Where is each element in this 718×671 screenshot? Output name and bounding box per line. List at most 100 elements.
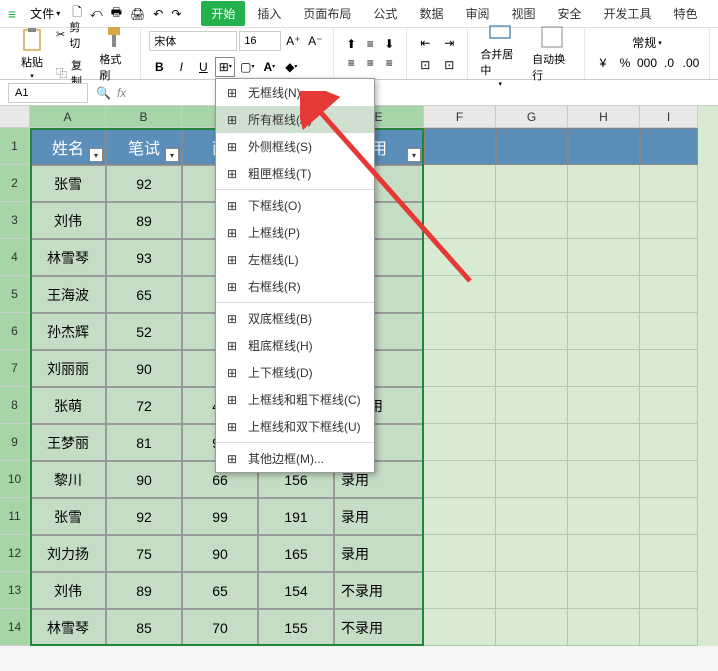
empty-cell[interactable] bbox=[568, 461, 640, 498]
align-right[interactable]: ≡ bbox=[380, 54, 398, 72]
data-cell[interactable]: 92 bbox=[106, 165, 182, 202]
data-cell[interactable]: 不录用 bbox=[334, 609, 424, 646]
font-name-select[interactable] bbox=[149, 31, 237, 51]
tab-layout[interactable]: 页面布局 bbox=[293, 1, 361, 26]
font-size-select[interactable] bbox=[239, 31, 281, 51]
empty-cell[interactable] bbox=[568, 498, 640, 535]
cell-reference-box[interactable]: A1 bbox=[8, 83, 88, 103]
data-cell[interactable]: 刘丽丽 bbox=[30, 350, 106, 387]
data-cell[interactable]: 黎川 bbox=[30, 461, 106, 498]
empty-cell[interactable] bbox=[568, 535, 640, 572]
empty-cell[interactable] bbox=[496, 535, 568, 572]
empty-cell[interactable] bbox=[424, 461, 496, 498]
data-cell[interactable]: 张雪 bbox=[30, 165, 106, 202]
decrease-font-icon[interactable]: A⁻ bbox=[305, 31, 325, 51]
data-cell[interactable]: 不录用 bbox=[334, 572, 424, 609]
data-cell[interactable]: 录用 bbox=[334, 535, 424, 572]
empty-cell[interactable] bbox=[640, 165, 698, 202]
data-cell[interactable]: 王海波 bbox=[30, 276, 106, 313]
row-header[interactable]: 9 bbox=[0, 424, 30, 461]
empty-cell[interactable] bbox=[568, 572, 640, 609]
quick-icon3[interactable]: 🖨 bbox=[130, 7, 145, 21]
tab-start[interactable]: 开始 bbox=[201, 1, 245, 26]
border-menu-item[interactable]: ⊞双底框线(B) bbox=[216, 305, 374, 332]
data-cell[interactable]: 90 bbox=[106, 350, 182, 387]
redo-icon[interactable]: ↷ bbox=[171, 7, 181, 21]
data-cell[interactable]: 89 bbox=[106, 202, 182, 239]
border-menu-item[interactable]: ⊞其他边框(M)... bbox=[216, 445, 374, 472]
data-cell[interactable]: 65 bbox=[106, 276, 182, 313]
data-cell[interactable]: 154 bbox=[258, 572, 334, 609]
col-header-h[interactable]: H bbox=[568, 106, 640, 128]
indent-inc[interactable]: ⇥ bbox=[439, 33, 459, 53]
empty-cell[interactable] bbox=[640, 387, 698, 424]
empty-cell[interactable] bbox=[568, 202, 640, 239]
row-header[interactable]: 3 bbox=[0, 202, 30, 239]
empty-cell[interactable] bbox=[496, 276, 568, 313]
data-cell[interactable]: 93 bbox=[106, 239, 182, 276]
data-cell[interactable]: 155 bbox=[258, 609, 334, 646]
data-cell[interactable]: 81 bbox=[106, 424, 182, 461]
border-button[interactable]: ⊞▾ bbox=[215, 57, 235, 77]
dec-dec-icon[interactable]: .00 bbox=[681, 53, 701, 73]
empty-cell[interactable] bbox=[640, 609, 698, 646]
align-left[interactable]: ≡ bbox=[342, 54, 360, 72]
data-cell[interactable]: 92 bbox=[106, 498, 182, 535]
row-header[interactable]: 1 bbox=[0, 128, 30, 165]
fill-button[interactable]: ▢▾ bbox=[237, 57, 257, 77]
row-header[interactable]: 2 bbox=[0, 165, 30, 202]
align-center[interactable]: ≡ bbox=[361, 54, 379, 72]
empty-cell[interactable] bbox=[568, 313, 640, 350]
row-header[interactable]: 6 bbox=[0, 313, 30, 350]
empty-cell[interactable] bbox=[496, 424, 568, 461]
data-cell[interactable]: 90 bbox=[182, 535, 258, 572]
merge-button[interactable]: 合并居中▾ bbox=[476, 18, 524, 90]
fx-icon[interactable]: fx bbox=[117, 86, 126, 100]
empty-cell[interactable] bbox=[568, 128, 640, 165]
data-cell[interactable]: 75 bbox=[106, 535, 182, 572]
data-cell[interactable]: 刘力扬 bbox=[30, 535, 106, 572]
wrap-button[interactable]: 自动换行 bbox=[528, 23, 576, 85]
empty-cell[interactable] bbox=[640, 535, 698, 572]
row-header[interactable]: 5 bbox=[0, 276, 30, 313]
empty-cell[interactable] bbox=[640, 424, 698, 461]
data-cell[interactable]: 王梦丽 bbox=[30, 424, 106, 461]
extra1[interactable]: ⊡ bbox=[415, 55, 435, 75]
row-header[interactable]: 10 bbox=[0, 461, 30, 498]
undo-icon[interactable]: ↶ bbox=[153, 7, 163, 21]
header-cell[interactable]: 笔试▾ bbox=[106, 128, 182, 165]
empty-cell[interactable] bbox=[640, 461, 698, 498]
empty-cell[interactable] bbox=[424, 350, 496, 387]
data-cell[interactable]: 85 bbox=[106, 609, 182, 646]
empty-cell[interactable] bbox=[568, 350, 640, 387]
data-cell[interactable]: 刘伟 bbox=[30, 572, 106, 609]
empty-cell[interactable] bbox=[424, 387, 496, 424]
col-header-a[interactable]: A bbox=[30, 106, 106, 128]
empty-cell[interactable] bbox=[424, 424, 496, 461]
row-header[interactable]: 7 bbox=[0, 350, 30, 387]
row-header[interactable]: 11 bbox=[0, 498, 30, 535]
format-painter-button[interactable]: 格式刷 bbox=[95, 23, 132, 85]
app-menu-icon[interactable]: ≡ bbox=[8, 6, 16, 22]
empty-cell[interactable] bbox=[640, 498, 698, 535]
comma-icon[interactable]: 000 bbox=[637, 53, 657, 73]
data-cell[interactable]: 90 bbox=[106, 461, 182, 498]
empty-cell[interactable] bbox=[568, 276, 640, 313]
data-cell[interactable]: 张雪 bbox=[30, 498, 106, 535]
italic-button[interactable]: I bbox=[171, 57, 191, 77]
paste-button[interactable]: 粘贴▾ bbox=[16, 26, 48, 82]
empty-cell[interactable] bbox=[640, 572, 698, 609]
empty-cell[interactable] bbox=[640, 313, 698, 350]
empty-cell[interactable] bbox=[496, 498, 568, 535]
percent-icon[interactable]: % bbox=[615, 53, 635, 73]
empty-cell[interactable] bbox=[496, 387, 568, 424]
empty-cell[interactable] bbox=[640, 239, 698, 276]
col-header-b[interactable]: B bbox=[106, 106, 182, 128]
data-cell[interactable]: 99 bbox=[182, 498, 258, 535]
empty-cell[interactable] bbox=[496, 609, 568, 646]
align-bottom[interactable]: ⬇ bbox=[380, 35, 398, 53]
indent-dec[interactable]: ⇤ bbox=[415, 33, 435, 53]
font-color-button[interactable]: A▾ bbox=[259, 57, 279, 77]
data-cell[interactable]: 刘伟 bbox=[30, 202, 106, 239]
empty-cell[interactable] bbox=[640, 276, 698, 313]
